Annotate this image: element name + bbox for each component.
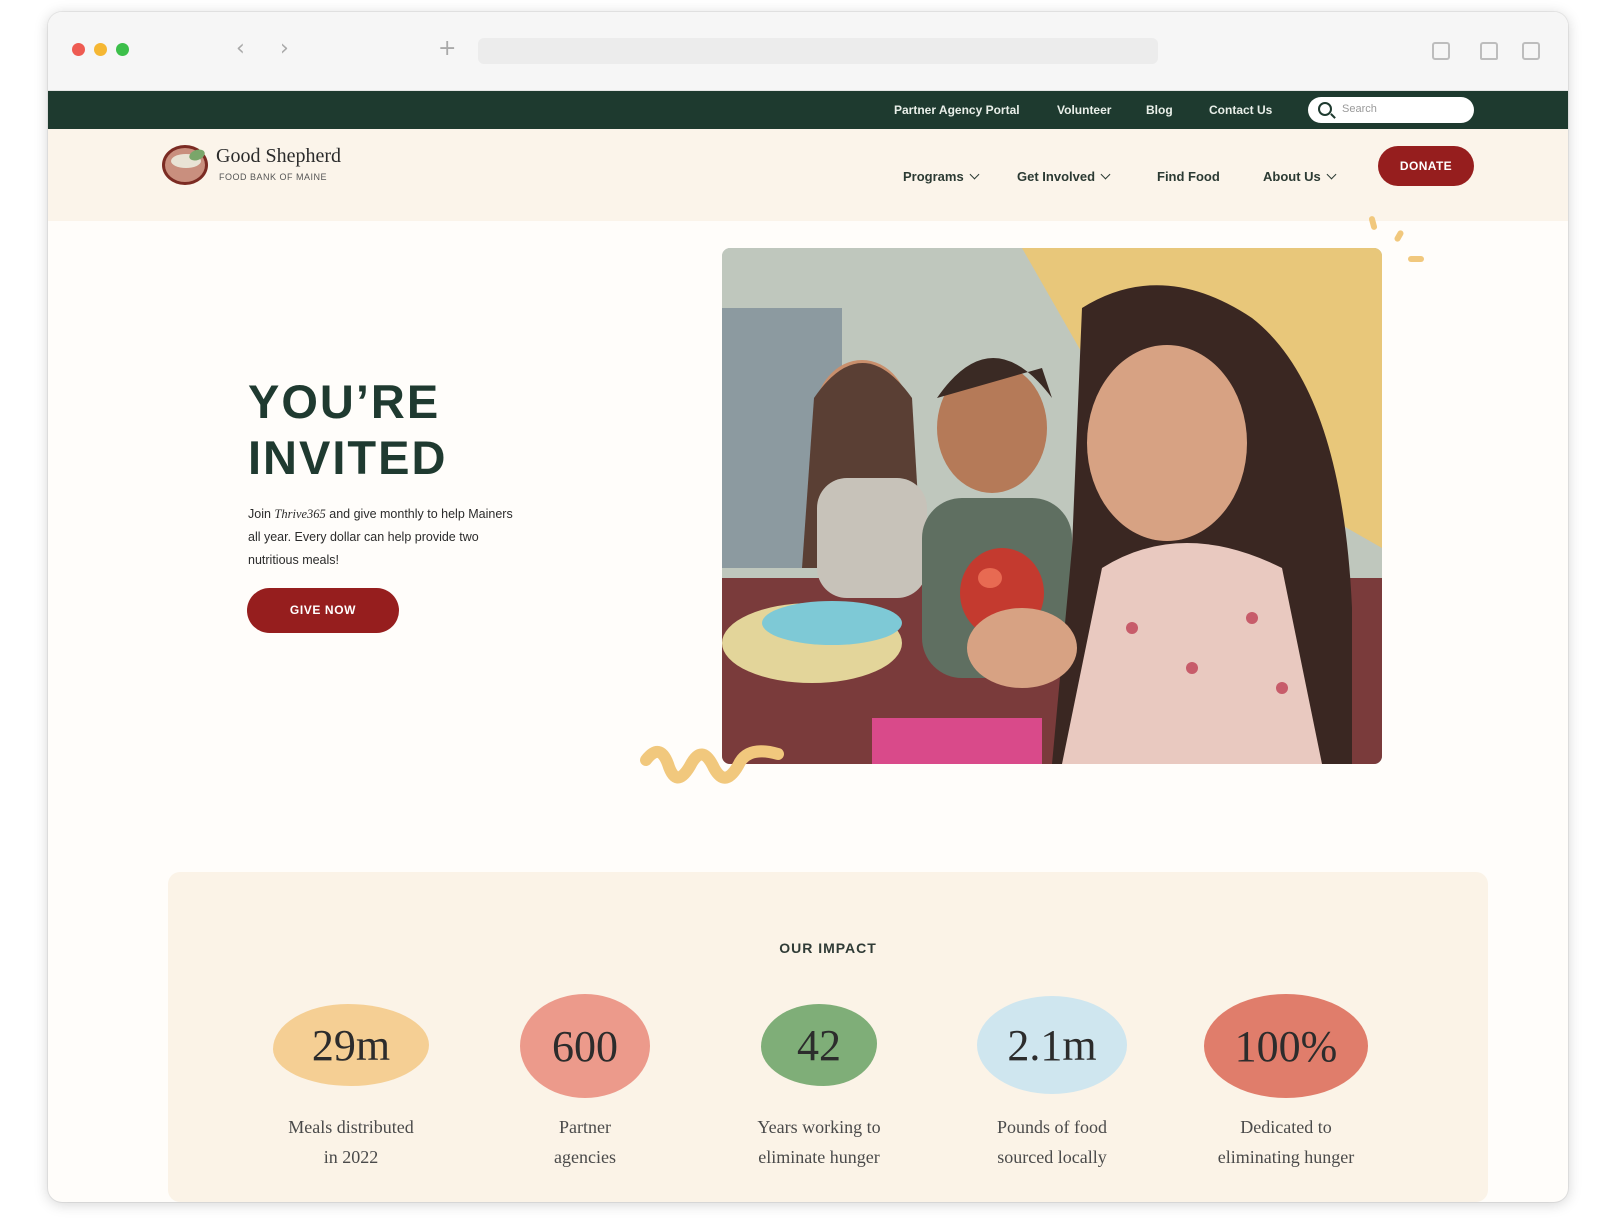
give-now-button[interactable]: GIVE NOW (247, 588, 399, 633)
stat-label: Pounds of food sourced locally (952, 1112, 1152, 1172)
nav-about-us-label: About Us (1263, 169, 1321, 184)
stat-label-line1: Pounds of food (996, 1117, 1107, 1137)
stat-label-line1: Partner (559, 1117, 611, 1137)
nav-about-us[interactable]: About Us (1263, 169, 1337, 184)
stat-label: Dedicated to eliminating hunger (1186, 1112, 1386, 1172)
hero-title: YOU’RE INVITED (248, 374, 608, 486)
browser-toolbar: ‹ › + (48, 12, 1568, 91)
stat-value: 100% (1204, 994, 1368, 1098)
nav-get-involved[interactable]: Get Involved (1017, 169, 1111, 184)
hero-photo-illustration (722, 248, 1382, 764)
brand-subtitle: FOOD BANK OF MAINE (219, 172, 328, 182)
hero-title-line1: YOU’RE (248, 375, 441, 428)
hero-text-start: Join (248, 507, 275, 521)
chevron-down-icon (1326, 169, 1337, 180)
stat-label: Partner agencies (485, 1112, 685, 1172)
chevron-down-icon (1100, 169, 1111, 180)
donate-button[interactable]: DONATE (1378, 146, 1474, 186)
stat-value: 2.1m (977, 996, 1127, 1094)
stat-label: Years working to eliminate hunger (719, 1112, 919, 1172)
contact-us-link[interactable]: Contact Us (1209, 103, 1272, 117)
hero-image (722, 248, 1382, 764)
search-icon (1318, 102, 1332, 116)
tabs-overview-icon[interactable] (1522, 42, 1540, 60)
stat-value: 29m (273, 1004, 429, 1086)
minimize-window-icon[interactable] (94, 43, 107, 56)
hero-title-line2: INVITED (248, 431, 448, 484)
close-window-icon[interactable] (72, 43, 85, 56)
stat-label-line2: agencies (554, 1147, 616, 1167)
impact-section: OUR IMPACT 29m Meals distributed in 2022 … (168, 872, 1488, 1202)
stat-dedicated: 100% Dedicated to eliminating hunger (1186, 994, 1386, 1172)
stat-meals: 29m Meals distributed in 2022 (251, 1004, 451, 1172)
hero-program-name: Thrive365 (274, 507, 326, 521)
main-navigation: Good Shepherd FOOD BANK OF MAINE Program… (48, 129, 1568, 221)
blog-link[interactable]: Blog (1146, 103, 1173, 117)
logo-icon[interactable] (162, 145, 208, 185)
stat-label-line1: Years working to (757, 1117, 881, 1137)
stat-label-line2: in 2022 (323, 1147, 379, 1167)
stat-label-line2: eliminating hunger (1217, 1147, 1355, 1167)
stat-years: 42 Years working to eliminate hunger (719, 1004, 919, 1172)
volunteer-link[interactable]: Volunteer (1057, 103, 1111, 117)
impact-heading: OUR IMPACT (779, 940, 877, 956)
stat-label-line1: Meals distributed (288, 1117, 414, 1137)
nav-programs-label: Programs (903, 169, 964, 184)
brand-name[interactable]: Good Shepherd (216, 145, 341, 168)
stat-label-line2: eliminate hunger (758, 1147, 880, 1167)
stat-value: 42 (761, 1004, 877, 1086)
stat-label-line2: sourced locally (997, 1147, 1107, 1167)
back-icon[interactable]: ‹ (236, 36, 245, 61)
stat-pounds: 2.1m Pounds of food sourced locally (952, 996, 1152, 1172)
chevron-down-icon (969, 169, 980, 180)
stat-label: Meals distributed in 2022 (251, 1112, 451, 1172)
forward-icon[interactable]: › (280, 36, 289, 61)
maximize-window-icon[interactable] (116, 43, 129, 56)
search-input[interactable]: Search (1308, 97, 1474, 123)
nav-find-food[interactable]: Find Food (1157, 169, 1220, 184)
search-placeholder: Search (1342, 103, 1377, 115)
nav-programs[interactable]: Programs (903, 169, 980, 184)
partner-agency-portal-link[interactable]: Partner Agency Portal (894, 103, 1020, 117)
new-tab-icon[interactable]: + (438, 36, 456, 61)
nav-get-involved-label: Get Involved (1017, 169, 1096, 184)
decorative-confetti (1368, 216, 1424, 262)
stat-partner-agencies: 600 Partner agencies (485, 994, 685, 1172)
share-icon[interactable] (1480, 42, 1498, 60)
utility-navigation: Partner Agency Portal Volunteer Blog Con… (48, 91, 1568, 129)
stat-label-line1: Dedicated to (1240, 1117, 1332, 1137)
sidebar-icon[interactable] (1432, 42, 1450, 60)
browser-window: ‹ › + Partner Agency Portal Volunteer Bl… (48, 12, 1568, 1202)
address-bar[interactable] (478, 38, 1158, 64)
hero-description: Join Thrive365 and give monthly to help … (248, 503, 518, 572)
decorative-squiggle (640, 745, 784, 784)
stat-value: 600 (520, 994, 650, 1098)
